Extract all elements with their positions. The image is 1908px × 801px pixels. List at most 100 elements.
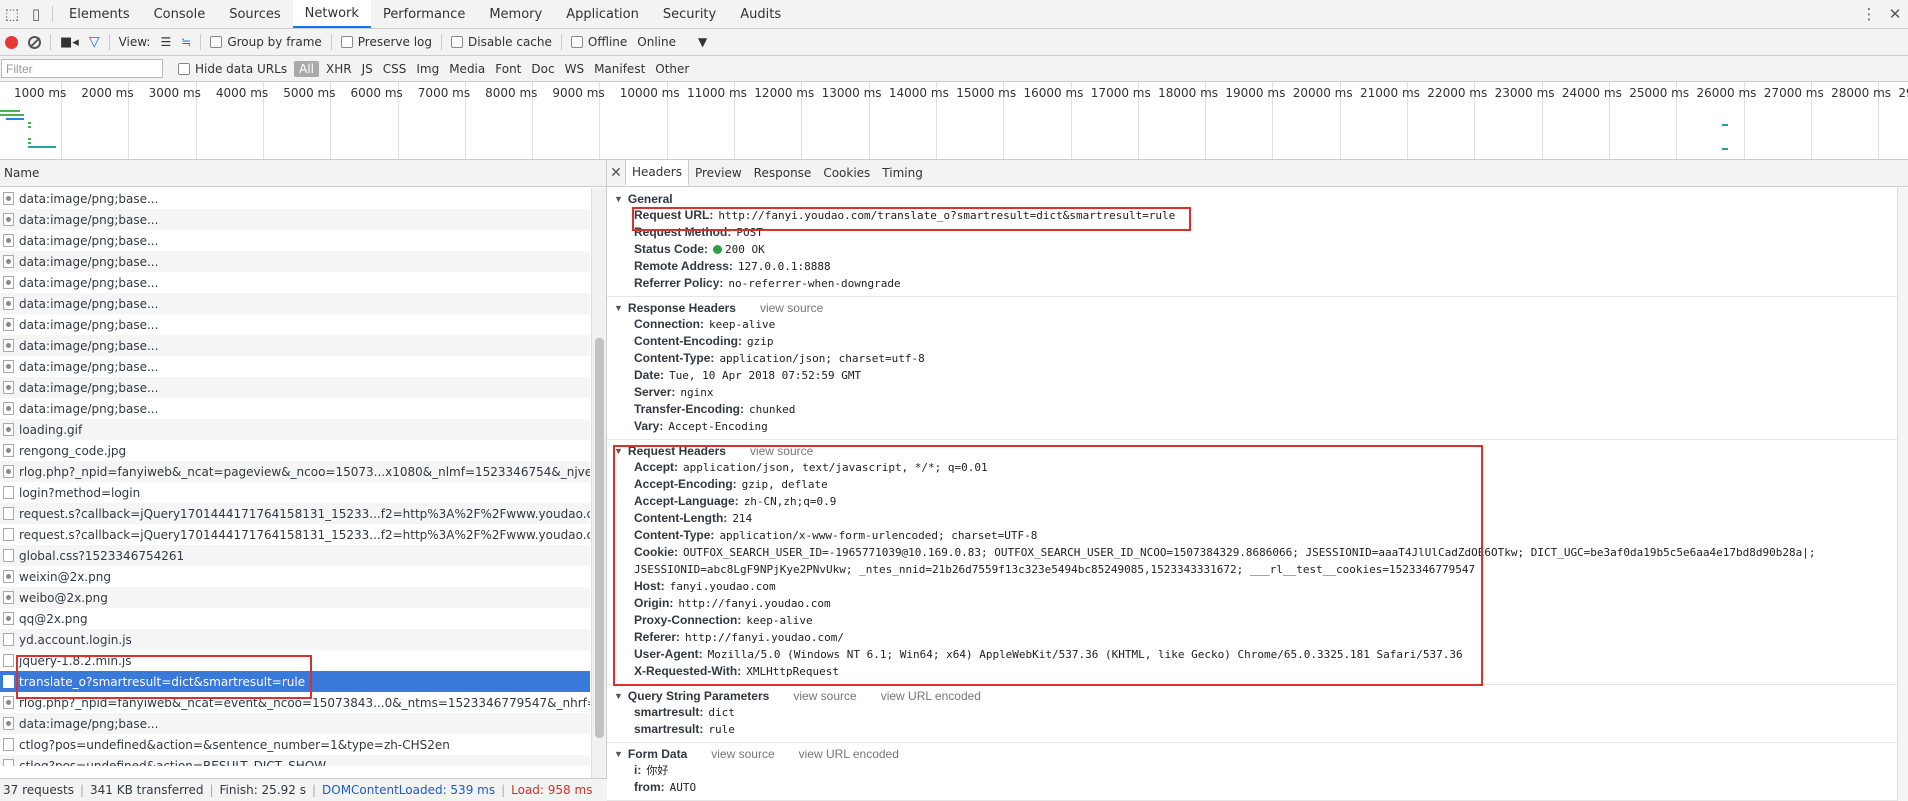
request-row[interactable]: weibo@2x.png bbox=[0, 587, 590, 608]
timeline-tick-label: 14000 ms bbox=[888, 86, 949, 100]
timeline-tick-label: 2000 ms bbox=[81, 86, 134, 100]
response-headers-toggle[interactable]: ▼ Response Headers view source bbox=[607, 300, 1897, 316]
waterfall-view-button[interactable]: ≒ bbox=[176, 29, 196, 55]
request-row[interactable]: login?method=login bbox=[0, 482, 590, 503]
tab-elements[interactable]: Elements bbox=[57, 0, 142, 28]
request-row[interactable]: request.s?callback=jQuery170144417176415… bbox=[0, 524, 590, 545]
filter-type-js[interactable]: JS bbox=[357, 61, 378, 77]
filter-type-manifest[interactable]: Manifest bbox=[589, 61, 650, 77]
throttling-select[interactable]: Online ▼ bbox=[632, 29, 712, 55]
close-devtools-icon[interactable]: ✕ bbox=[1882, 0, 1908, 28]
request-row[interactable]: translate_o?smartresult=dict&smartresult… bbox=[0, 671, 590, 692]
tab-console[interactable]: Console bbox=[142, 0, 218, 28]
close-details-icon[interactable]: ✕ bbox=[607, 160, 625, 186]
tab-sources[interactable]: Sources bbox=[217, 0, 292, 28]
form-view-url-encoded-link[interactable]: view URL encoded bbox=[799, 747, 899, 761]
filter-type-font[interactable]: Font bbox=[490, 61, 526, 77]
request-row[interactable]: jquery-1.8.2.min.js bbox=[0, 650, 590, 671]
preserve-log-checkbox[interactable]: Preserve log bbox=[336, 29, 437, 55]
request-row[interactable]: rlog.php?_npid=fanyiweb&_ncat=event&_nco… bbox=[0, 692, 590, 713]
request-row[interactable]: weixin@2x.png bbox=[0, 566, 590, 587]
tab-performance[interactable]: Performance bbox=[371, 0, 477, 28]
query-view-source-link[interactable]: view source bbox=[793, 689, 856, 703]
header-name: Content-Type: bbox=[634, 351, 715, 365]
document-file-icon bbox=[3, 507, 14, 520]
request-row[interactable]: data:image/png;base... bbox=[0, 209, 590, 230]
request-row[interactable]: global.css?1523346754261 bbox=[0, 545, 590, 566]
group-by-frame-checkbox[interactable]: Group by frame bbox=[205, 29, 326, 55]
inspect-element-icon[interactable]: ⬚ bbox=[0, 0, 24, 28]
detail-tab-timing[interactable]: Timing bbox=[876, 160, 929, 186]
device-toolbar-icon[interactable]: ▯ bbox=[24, 0, 48, 28]
tab-application[interactable]: Application bbox=[554, 0, 651, 28]
disable-cache-checkbox[interactable]: Disable cache bbox=[446, 29, 557, 55]
response-view-source-link[interactable]: view source bbox=[760, 301, 823, 315]
document-file-icon bbox=[3, 486, 14, 499]
request-row[interactable]: request.s?callback=jQuery170144417176415… bbox=[0, 503, 590, 524]
name-column-header[interactable]: Name bbox=[0, 160, 606, 187]
filter-type-media[interactable]: Media bbox=[444, 61, 490, 77]
image-file-icon bbox=[3, 318, 14, 331]
request-row[interactable]: data:image/png;base... bbox=[0, 230, 590, 251]
request-row[interactable]: loading.gif bbox=[0, 419, 590, 440]
header-name: smartresult: bbox=[634, 722, 704, 736]
request-row[interactable]: ctlog?pos=undefined&action=&sentence_num… bbox=[0, 734, 590, 755]
filter-type-ws[interactable]: WS bbox=[560, 61, 589, 77]
general-section-toggle[interactable]: ▼ General bbox=[607, 191, 1897, 207]
query-string-toggle[interactable]: ▼ Query String Parameters view source view … bbox=[607, 688, 1897, 704]
request-row[interactable]: data:image/png;base... bbox=[0, 398, 590, 419]
scroll-thumb[interactable] bbox=[595, 338, 604, 738]
timeline-tick-label: 13000 ms bbox=[821, 86, 882, 100]
tab-memory[interactable]: Memory bbox=[477, 0, 554, 28]
request-row[interactable]: data:image/png;base... bbox=[0, 335, 590, 356]
filter-type-xhr[interactable]: XHR bbox=[321, 61, 357, 77]
tab-audits[interactable]: Audits bbox=[728, 0, 793, 28]
request-row[interactable]: data:image/png;base... bbox=[0, 251, 590, 272]
request-headers-toggle[interactable]: ▼ Request Headers view source bbox=[607, 443, 1897, 459]
request-row[interactable]: data:image/png;base... bbox=[0, 272, 590, 293]
request-view-source-link[interactable]: view source bbox=[750, 444, 813, 458]
detail-tab-preview[interactable]: Preview bbox=[689, 160, 748, 186]
request-row[interactable]: data:image/png;base... bbox=[0, 314, 590, 335]
detail-tab-cookies[interactable]: Cookies bbox=[817, 160, 876, 186]
header-row: from: AUTO bbox=[607, 779, 1897, 796]
hide-data-urls-checkbox[interactable]: Hide data URLs bbox=[173, 56, 292, 81]
filter-type-img[interactable]: Img bbox=[411, 61, 444, 77]
capture-screenshots-button[interactable]: ■◂ bbox=[55, 29, 84, 55]
filter-type-all[interactable]: All bbox=[294, 60, 319, 77]
header-name: Content-Length: bbox=[634, 511, 728, 525]
header-row: Accept-Encoding: gzip, deflate bbox=[607, 476, 1897, 493]
request-row[interactable]: ctlog?pos=undefined&action=RESULT_DICT_S… bbox=[0, 755, 590, 766]
form-view-source-link[interactable]: view source bbox=[711, 747, 774, 761]
form-data-toggle[interactable]: ▼ Form Data view source view URL encoded bbox=[607, 746, 1897, 762]
clear-button[interactable] bbox=[23, 29, 46, 55]
request-row[interactable]: data:image/png;base... bbox=[0, 356, 590, 377]
more-options-icon[interactable]: ⋮ bbox=[1856, 0, 1882, 28]
tab-network[interactable]: Network bbox=[292, 0, 371, 28]
header-name: Request URL: bbox=[634, 208, 714, 222]
header-value: Mozilla/5.0 (Windows NT 6.1; Win64; x64)… bbox=[707, 648, 1463, 661]
request-row[interactable]: yd.account.login.js bbox=[0, 629, 590, 650]
record-button[interactable] bbox=[0, 29, 23, 55]
detail-tab-response[interactable]: Response bbox=[748, 160, 818, 186]
request-row[interactable]: qq@2x.png bbox=[0, 608, 590, 629]
request-list-scrollbar[interactable] bbox=[591, 188, 606, 778]
offline-checkbox[interactable]: Offline bbox=[566, 29, 632, 55]
filter-input[interactable] bbox=[1, 59, 163, 78]
details-scrollbar[interactable] bbox=[1897, 188, 1908, 801]
request-row[interactable]: data:image/png;base... bbox=[0, 188, 590, 209]
request-row[interactable]: data:image/png;base... bbox=[0, 293, 590, 314]
request-row[interactable]: rlog.php?_npid=fanyiweb&_ncat=pageview&_… bbox=[0, 461, 590, 482]
filter-toggle-button[interactable]: ▽ bbox=[84, 29, 105, 55]
tab-security[interactable]: Security bbox=[651, 0, 728, 28]
query-view-url-encoded-link[interactable]: view URL encoded bbox=[881, 689, 981, 703]
filter-type-css[interactable]: CSS bbox=[378, 61, 412, 77]
request-row[interactable]: data:image/png;base... bbox=[0, 377, 590, 398]
request-row[interactable]: data:image/png;base... bbox=[0, 713, 590, 734]
detail-tab-headers[interactable]: Headers bbox=[625, 160, 689, 186]
timeline-overview[interactable]: 1000 ms 2000 ms 3000 ms 4000 ms 5000 ms 6000 … bbox=[0, 82, 1908, 160]
filter-type-doc[interactable]: Doc bbox=[526, 61, 559, 77]
large-rows-button[interactable]: ☰ bbox=[155, 29, 176, 55]
filter-type-other[interactable]: Other bbox=[650, 61, 694, 77]
request-row[interactable]: rengong_code.jpg bbox=[0, 440, 590, 461]
